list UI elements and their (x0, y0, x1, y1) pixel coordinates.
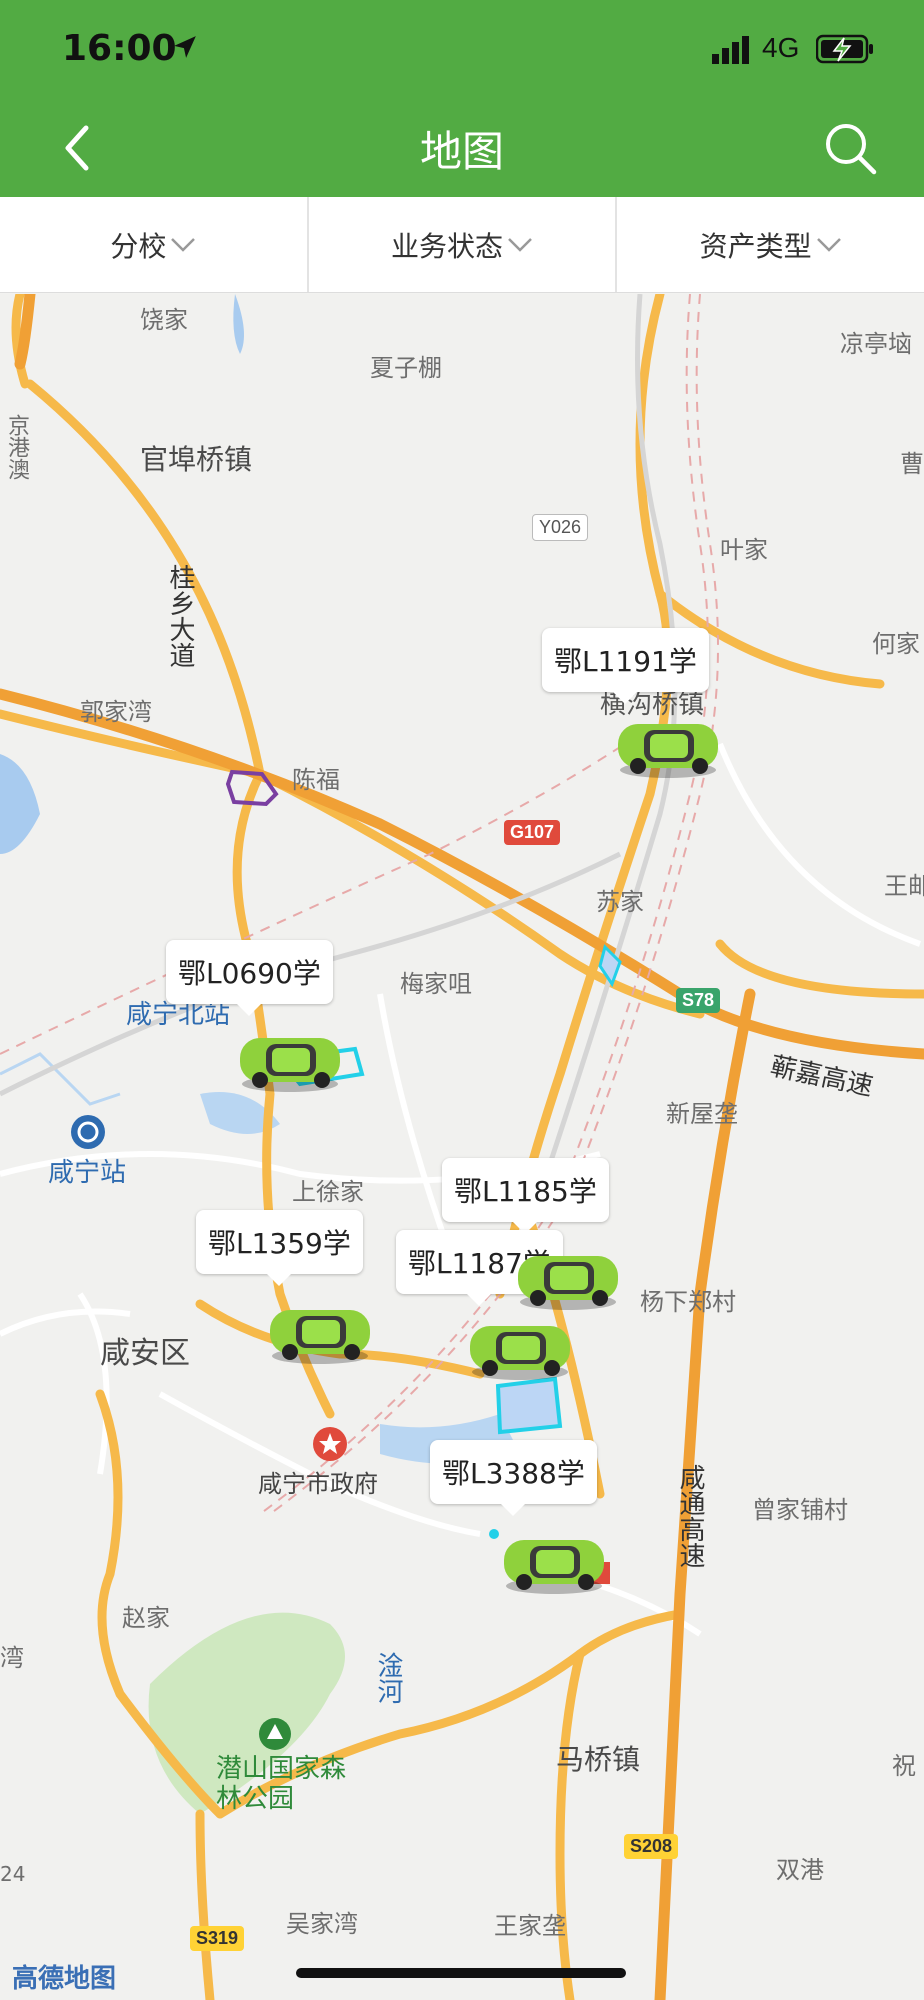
map-label-sujia: 苏家 (596, 888, 644, 916)
map-label-zengjiapu: 曾家铺村 (752, 1496, 848, 1524)
search-icon[interactable] (820, 118, 880, 178)
battery-charging-icon (816, 34, 873, 64)
car-icon[interactable] (614, 714, 722, 780)
vehicle-callout[interactable]: 鄂L0690学 (166, 940, 333, 1016)
map-label-xiazipeng: 夏子棚 (370, 354, 442, 382)
page-title: 地图 (419, 127, 504, 176)
map-base-layer (0, 294, 924, 2000)
map-label-xiantong: 咸通高速 (675, 1464, 705, 1568)
network-type: 4G (762, 32, 800, 63)
car-icon[interactable] (500, 1530, 608, 1596)
map-label-shuanggang: 双港 (776, 1856, 824, 1884)
map-label-meijiaju: 梅家咀 (400, 970, 472, 998)
vehicle-callout[interactable]: 鄂L1359学 (196, 1210, 363, 1286)
map-label-yangxiazheng: 杨下郑村 (640, 1288, 736, 1316)
chevron-down-icon (508, 237, 532, 252)
chevron-down-icon (816, 237, 841, 252)
map-label-shangxujia: 上徐家 (292, 1178, 364, 1206)
map-label-num24: 24 (0, 1862, 26, 1886)
map-label-qianshan: 潜山国家森林公园 (216, 1754, 347, 1814)
home-indicator[interactable] (296, 1968, 626, 1978)
status-bar: 16:00 4G (0, 0, 924, 100)
map-label-wangjiawu: 王家垄 (494, 1912, 566, 1940)
filter-branch-dropdown[interactable]: 分校 (0, 197, 309, 292)
filter-label: 资产类型 (699, 229, 812, 263)
road-shield-g107: G107 (504, 820, 561, 845)
map-label-xianningzhan: 咸宁站 (48, 1158, 127, 1188)
road-shield-s319: S319 (190, 1926, 245, 1951)
map-label-zhengfu: 咸宁市政府 (258, 1470, 378, 1498)
vehicle-callout[interactable]: 鄂L1185学 (442, 1158, 609, 1234)
chevron-down-icon (171, 237, 196, 252)
car-icon[interactable] (466, 1316, 574, 1382)
signal-icon (712, 36, 749, 64)
filter-asset-type-dropdown[interactable]: 资产类型 (617, 197, 924, 292)
vehicle-callout[interactable]: 鄂L3388学 (430, 1440, 597, 1516)
road-shield-y026: Y026 (532, 514, 589, 541)
vehicle-callout[interactable]: 鄂L1191学 (542, 628, 709, 704)
map-label-raojia: 饶家 (140, 306, 188, 334)
road-shield-s78: S78 (676, 988, 721, 1013)
map-label-guixiang: 桂乡大道 (165, 564, 195, 668)
map-label-wan: 湾 (0, 1644, 24, 1672)
car-icon[interactable] (514, 1246, 622, 1312)
map-label-wujiawan: 吴家湾 (286, 1910, 358, 1938)
map-label-chenfu: 陈福 (292, 766, 340, 794)
car-icon[interactable] (266, 1300, 374, 1366)
location-arrow-icon (174, 36, 196, 58)
map-provider-logo: 高德地图 (12, 1964, 117, 1994)
map-label-xinwulong: 新屋垄 (666, 1100, 738, 1128)
map-label-jinggang: 京港澳 (4, 414, 29, 480)
map-label-cao: 曹 (900, 450, 924, 478)
map-label-yejia: 叶家 (720, 536, 768, 564)
filter-label: 分校 (110, 229, 167, 263)
map-label-tuhe: 淦河 (373, 1652, 403, 1704)
map-label-guojiawan: 郭家湾 (80, 698, 152, 726)
map-view[interactable]: 饶家 夏子棚 凉亭垴 官埠桥镇 曹 京港澳 桂乡大道 叶家 何家 郭家湾 陈福 … (0, 294, 924, 2000)
app-header: 16:00 4G 地图 (0, 0, 924, 197)
car-icon[interactable] (236, 1028, 344, 1094)
filter-bar: 分校 业务状态 资产类型 (0, 197, 924, 293)
map-label-hejia: 何家 (872, 630, 920, 658)
status-time: 16:00 (62, 28, 177, 69)
map-label-wangjia-right: 王邮 (884, 872, 924, 900)
map-label-xiananqu: 咸安区 (100, 1336, 190, 1371)
road-shield-s208: S208 (624, 1834, 679, 1859)
filter-business-status-dropdown[interactable]: 业务状态 (309, 197, 618, 292)
map-label-zhaojia: 赵家 (122, 1604, 170, 1632)
map-label-zhu: 祝 (892, 1752, 916, 1780)
map-label-liangting: 凉亭垴 (840, 330, 912, 358)
map-label-maqiao: 马桥镇 (556, 1743, 641, 1776)
map-label-guanfuqiao: 官埠桥镇 (140, 443, 253, 476)
filter-label: 业务状态 (391, 229, 504, 263)
